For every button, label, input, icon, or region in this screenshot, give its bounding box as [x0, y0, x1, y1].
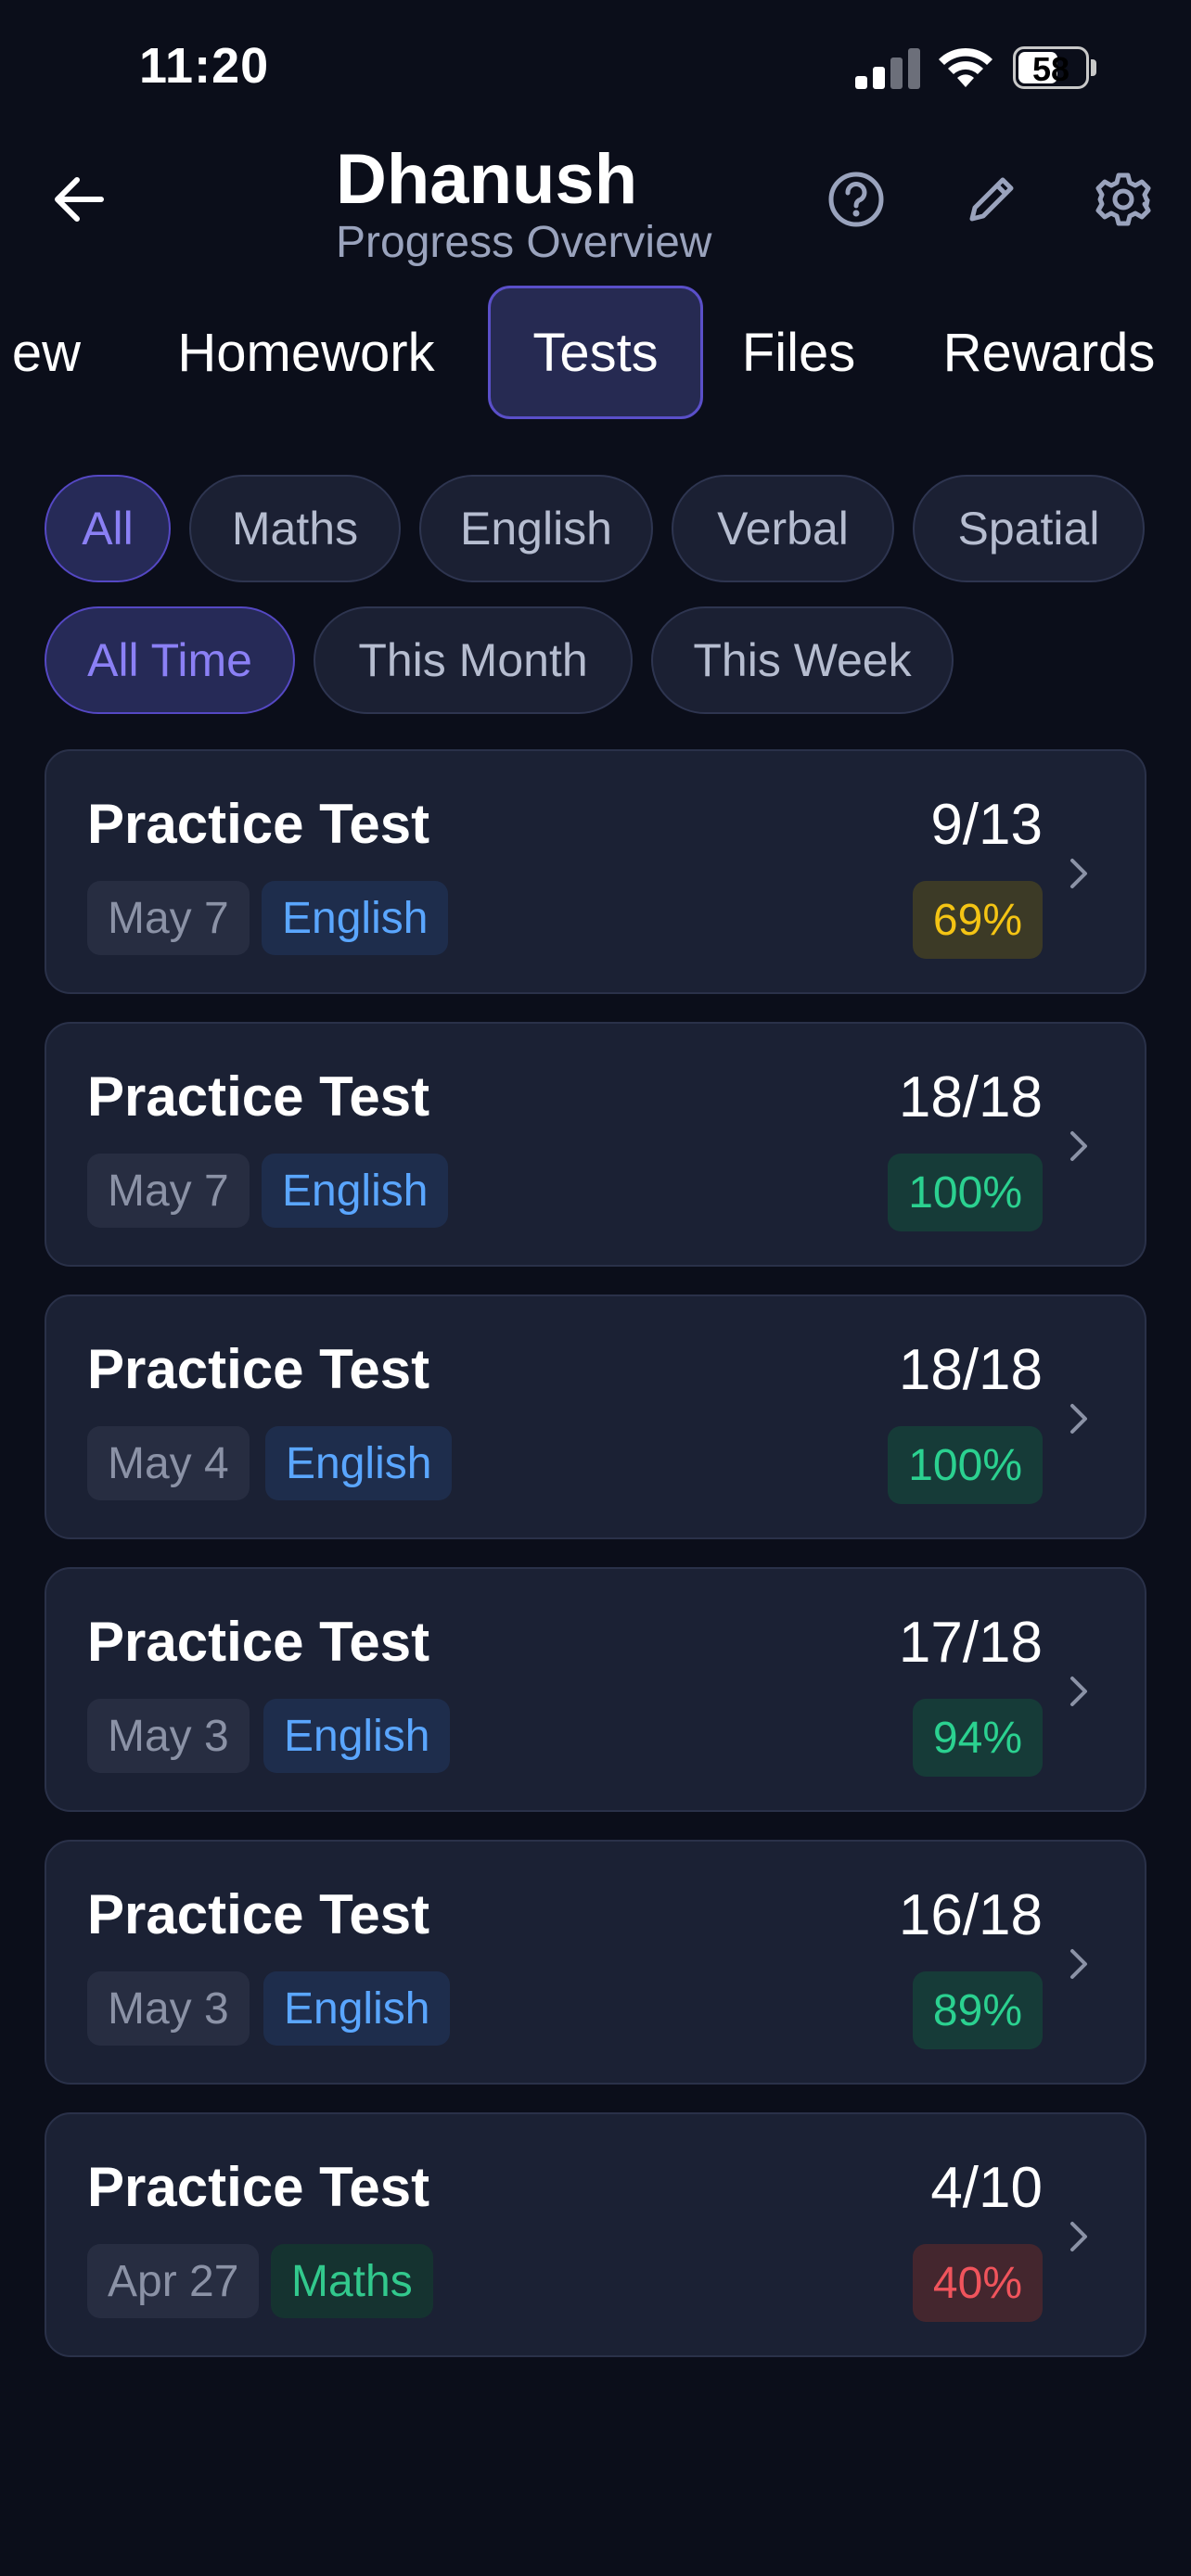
edit-button[interactable] [959, 167, 1024, 232]
filter-this-week[interactable]: This Week [651, 606, 954, 714]
subject-badge: English [263, 1971, 451, 2046]
settings-button[interactable] [1091, 167, 1156, 232]
tab-overview[interactable]: ew [0, 286, 102, 419]
date-badge: May 4 [87, 1426, 250, 1500]
score-percent-badge: 89% [912, 1971, 1043, 2049]
test-score: 4/10 [930, 2156, 1043, 2220]
score-percent-badge: 40% [912, 2244, 1043, 2322]
chevron-right-icon [1070, 1404, 1087, 1434]
score-percent-badge: 69% [912, 881, 1043, 959]
test-card[interactable]: Practice Test Apr 27 Maths 4/10 40% [45, 2112, 1146, 2357]
tab-files[interactable]: Files [729, 286, 868, 419]
date-badge: May 7 [87, 881, 250, 955]
cellular-signal-icon [855, 48, 920, 89]
test-card[interactable]: Practice Test May 4 English 18/18 100% [45, 1294, 1146, 1539]
test-score: 17/18 [898, 1611, 1043, 1675]
subject-badge: English [262, 881, 449, 955]
battery-level: 58 [1031, 50, 1070, 88]
section-tabs: ew Homework Tests Files Rewards [0, 286, 1191, 421]
battery-icon: 58 [1013, 46, 1089, 89]
score-percent-badge: 100% [888, 1426, 1043, 1504]
filter-all[interactable]: All [45, 475, 171, 582]
filter-all-time[interactable]: All Time [45, 606, 295, 714]
pencil-icon [969, 177, 1014, 222]
chevron-right-icon [1070, 1677, 1087, 1706]
filter-english[interactable]: English [419, 475, 653, 582]
header: Dhanush Progress Overview [0, 139, 1191, 278]
help-button[interactable] [824, 167, 889, 232]
test-card[interactable]: Practice Test May 3 English 16/18 89% [45, 1840, 1146, 2085]
date-badge: May 7 [87, 1154, 250, 1228]
date-badge: Apr 27 [87, 2244, 260, 2318]
filter-maths[interactable]: Maths [189, 475, 401, 582]
page-title: Dhanush [336, 140, 638, 219]
tab-homework[interactable]: Homework [158, 286, 455, 419]
page-subtitle: Progress Overview [336, 218, 712, 267]
test-score: 9/13 [930, 793, 1043, 857]
test-card[interactable]: Practice Test May 7 English 18/18 100% [45, 1022, 1146, 1267]
test-title: Practice Test [87, 1883, 430, 1945]
score-percent-badge: 100% [888, 1154, 1043, 1231]
chevron-right-icon [1070, 1949, 1087, 1979]
arrow-left-icon [55, 177, 104, 222]
test-title: Practice Test [87, 1611, 430, 1673]
tab-tests[interactable]: Tests [488, 286, 703, 419]
wifi-icon [939, 47, 992, 87]
test-title: Practice Test [87, 1338, 430, 1400]
chevron-right-icon [1070, 1131, 1087, 1161]
chevron-right-icon [1070, 2222, 1087, 2251]
test-card[interactable]: Practice Test May 7 English 9/13 69% [45, 749, 1146, 994]
gear-icon [1095, 172, 1151, 226]
tab-rewards[interactable]: Rewards [924, 286, 1174, 419]
question-circle-icon [828, 172, 884, 227]
test-score: 18/18 [898, 1065, 1043, 1129]
test-title: Practice Test [87, 1065, 430, 1128]
filter-spatial[interactable]: Spatial [913, 475, 1145, 582]
chevron-right-icon [1070, 859, 1087, 888]
subject-badge: English [262, 1154, 449, 1228]
filter-verbal[interactable]: Verbal [672, 475, 894, 582]
test-title: Practice Test [87, 2156, 430, 2218]
test-score: 18/18 [898, 1338, 1043, 1402]
test-score: 16/18 [898, 1883, 1043, 1947]
test-card[interactable]: Practice Test May 3 English 17/18 94% [45, 1567, 1146, 1812]
score-percent-badge: 94% [912, 1699, 1043, 1777]
status-time: 11:20 [139, 38, 270, 94]
filter-this-month[interactable]: This Month [314, 606, 633, 714]
back-button[interactable] [46, 167, 111, 232]
subject-badge: English [263, 1699, 451, 1773]
subject-badge: Maths [271, 2244, 433, 2318]
test-title: Practice Test [87, 793, 430, 855]
battery-tip [1091, 59, 1096, 76]
subject-badge: English [265, 1426, 453, 1500]
date-badge: May 3 [87, 1699, 250, 1773]
status-bar: 11:20 58 [0, 0, 1191, 139]
date-badge: May 3 [87, 1971, 250, 2046]
